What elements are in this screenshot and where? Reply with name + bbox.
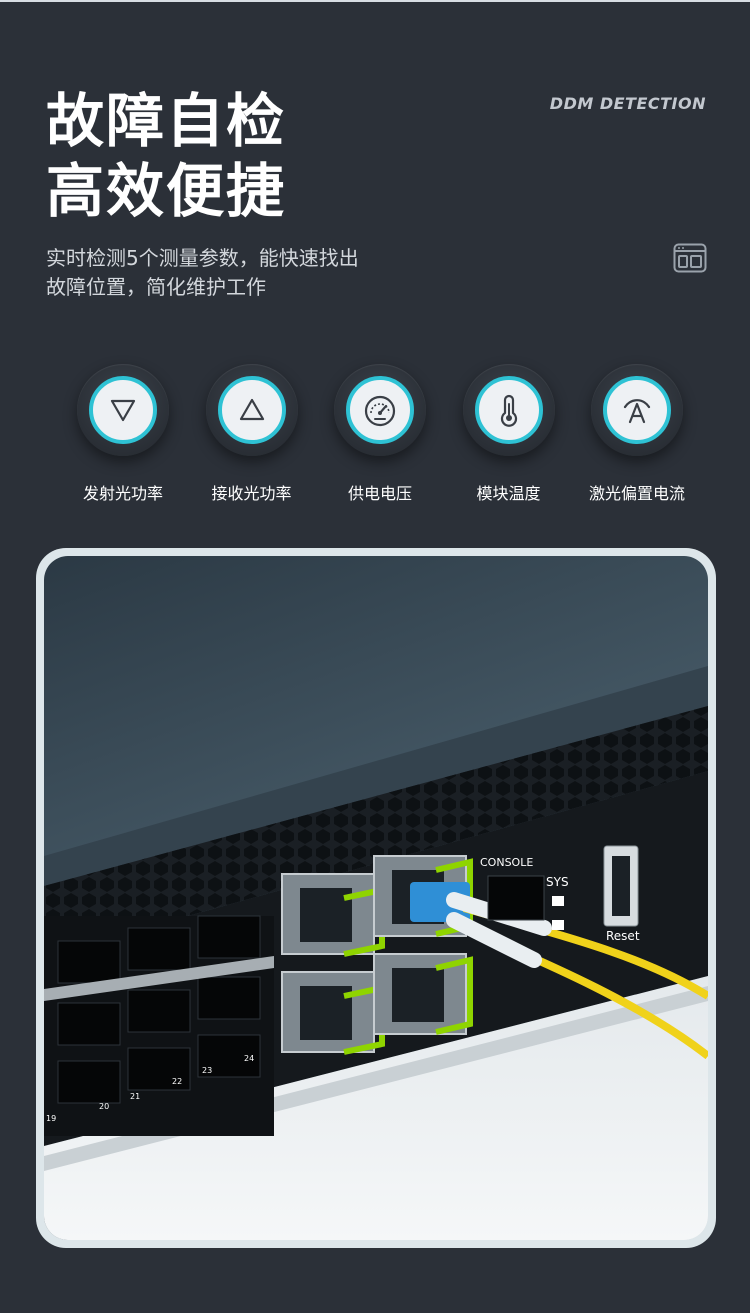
feature-bias-current: 激光偏置电流 <box>574 364 700 504</box>
sys-label: SYS <box>546 875 569 889</box>
usb-slot <box>612 856 630 916</box>
page-title: 故障自检 高效便捷 <box>46 86 286 226</box>
feature-list: 发射光功率 接收光功率 供电电压 模块温度 激光偏置电流 <box>60 364 700 504</box>
description-line-1: 实时检测5个测量参数，能快速找出 <box>46 246 359 270</box>
title-line-1: 故障自检 <box>46 87 287 155</box>
feature-supply-voltage: 供电电压 <box>317 364 443 504</box>
port-number: 24 <box>244 1054 254 1063</box>
ddm-tag: DDM DETECTION <box>549 94 706 113</box>
top-divider <box>0 0 750 2</box>
console-label: CONSOLE <box>480 856 533 869</box>
description-line-2: 故障位置，简化维护工作 <box>46 275 266 299</box>
feature-tx-power: 发射光功率 <box>60 364 186 504</box>
feature-module-temperature: 模块温度 <box>446 364 572 504</box>
feature-icon-ring <box>205 364 298 456</box>
gauge-icon <box>364 395 396 427</box>
feature-label: 供电电压 <box>347 484 412 503</box>
feature-label: 接收光功率 <box>211 484 292 503</box>
port-number: 19 <box>46 1114 56 1123</box>
browser-window-icon <box>673 243 707 273</box>
thermometer-icon <box>500 394 517 427</box>
title-line-2: 高效便捷 <box>46 157 287 225</box>
reset-label: Reset <box>606 929 640 943</box>
feature-rx-power: 接收光功率 <box>189 364 315 504</box>
port-number: 23 <box>202 1066 212 1075</box>
switch-illustration: 19 20 21 22 23 24 CONSOLE SYS Reset <box>44 666 708 1240</box>
console-port <box>487 875 545 921</box>
feature-label: 发射光功率 <box>82 484 163 503</box>
triangle-down-icon <box>110 399 136 422</box>
feature-icon-ring <box>334 364 426 456</box>
port-number: 20 <box>99 1102 109 1111</box>
laser-a-icon <box>623 399 651 424</box>
description: 实时检测5个测量参数，能快速找出 故障位置，简化维护工作 <box>46 244 359 302</box>
sys-led <box>552 920 564 930</box>
feature-icon-ring <box>591 364 683 456</box>
feature-label: 激光偏置电流 <box>588 484 685 503</box>
sys-led <box>552 896 564 906</box>
feature-icon-ring <box>462 364 555 456</box>
switch-photo: 19 20 21 22 23 24 CONSOLE SYS Reset <box>44 556 708 1240</box>
triangle-up-icon <box>239 398 264 421</box>
sfp-module-group <box>281 855 473 1055</box>
port-number: 22 <box>172 1077 182 1086</box>
product-photo-frame: 19 20 21 22 23 24 CONSOLE SYS Reset <box>36 548 716 1248</box>
feature-icon-ring <box>77 364 169 456</box>
port-block <box>44 915 274 1136</box>
port-number: 21 <box>130 1092 140 1101</box>
feature-label: 模块温度 <box>476 484 541 503</box>
